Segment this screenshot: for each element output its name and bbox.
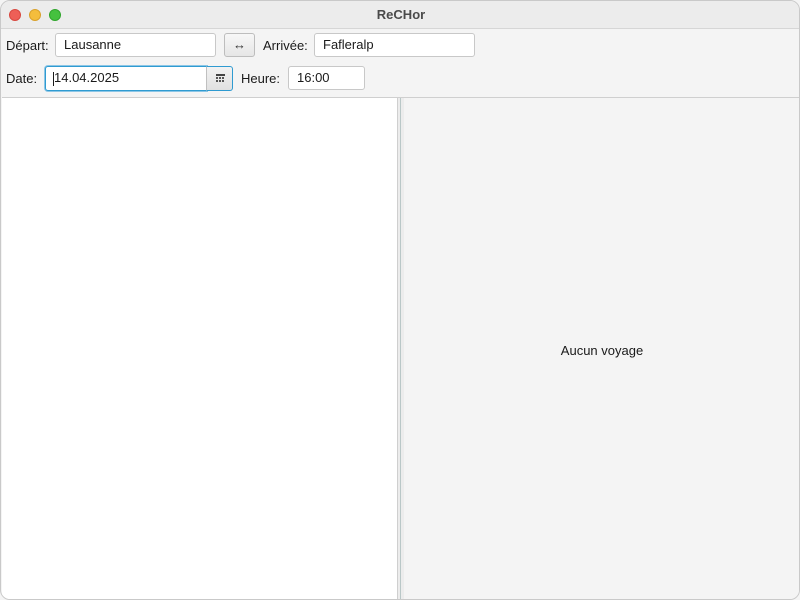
heure-input[interactable]: 16:00 bbox=[288, 66, 365, 90]
calendar-icon bbox=[216, 74, 225, 83]
arrivee-label: Arrivée: bbox=[263, 38, 308, 53]
app-window: ReCHor Départ: Lausanne ↔ Arrivée: Fafle… bbox=[0, 0, 800, 600]
date-input[interactable]: 14.04.2025 bbox=[45, 66, 207, 91]
connections-list[interactable] bbox=[2, 97, 398, 599]
arrivee-input[interactable]: Fafleralp bbox=[314, 33, 475, 57]
empty-state-message: Aucun voyage bbox=[560, 343, 644, 358]
date-label: Date: bbox=[6, 71, 38, 86]
window-title: ReCHor bbox=[376, 7, 426, 22]
depart-input[interactable]: Lausanne bbox=[55, 33, 216, 57]
date-input-value: 14.04.2025 bbox=[54, 70, 120, 85]
heure-label: Heure: bbox=[241, 71, 281, 86]
swap-stops-button[interactable]: ↔ bbox=[224, 33, 255, 57]
journey-detail-pane: Aucun voyage bbox=[404, 97, 799, 599]
title-bar: ReCHor bbox=[1, 1, 799, 29]
depart-label: Départ: bbox=[6, 38, 49, 53]
calendar-button[interactable] bbox=[206, 66, 233, 91]
divider-line bbox=[400, 98, 401, 599]
